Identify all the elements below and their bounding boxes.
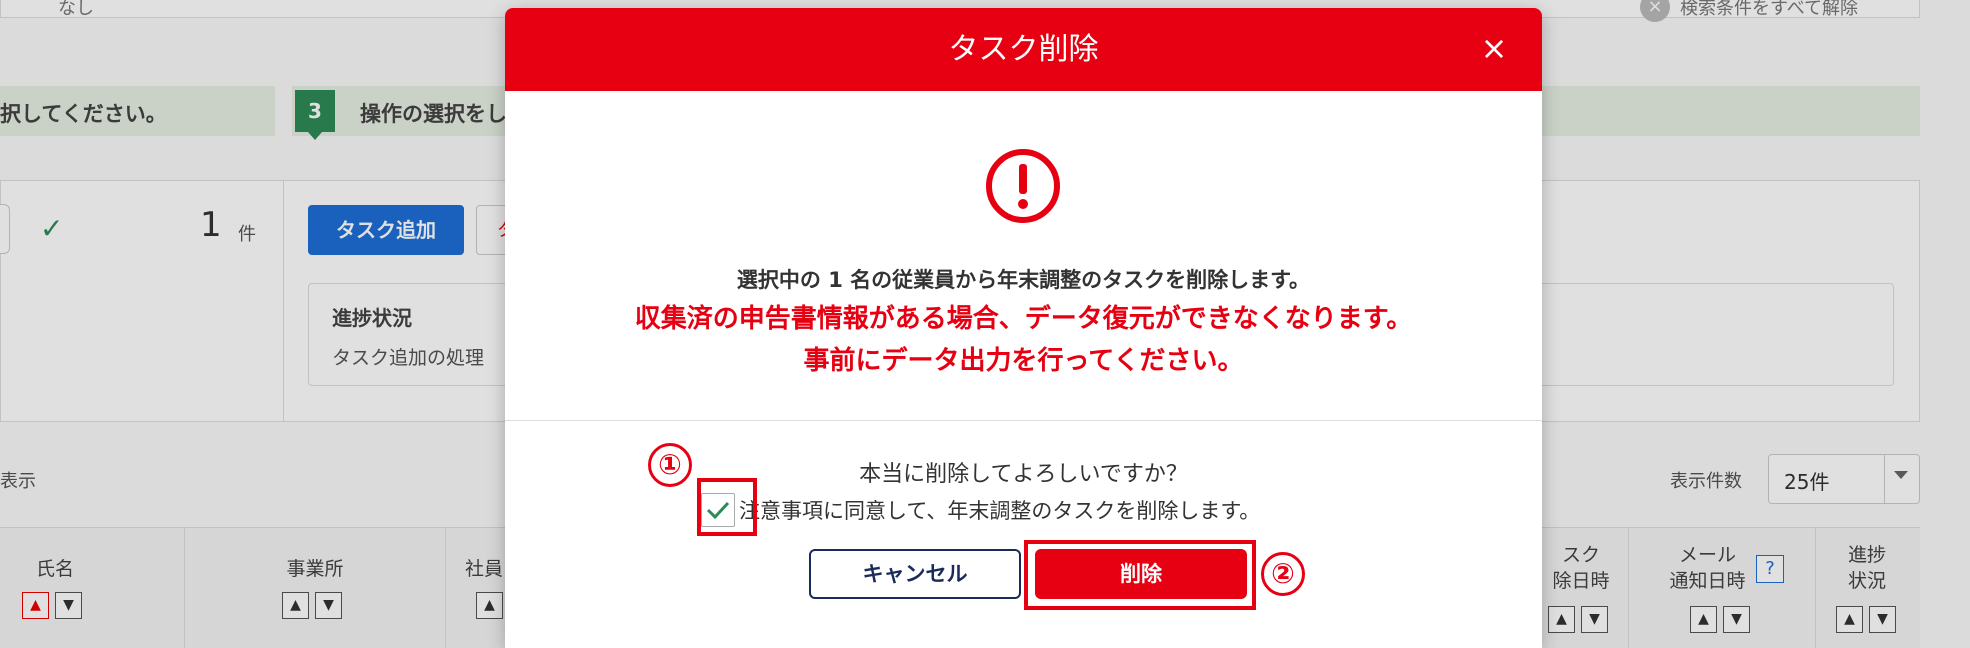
annotation-box-delete — [1024, 540, 1256, 610]
cancel-button[interactable]: キャンセル — [809, 549, 1021, 599]
close-icon[interactable]: × — [1476, 30, 1512, 66]
delete-message: 選択中の 1 名の従業員から年末調整のタスクを削除します。 — [736, 268, 1311, 292]
agree-label: 注意事項に同意して、年末調整のタスクを削除します。 — [739, 499, 1261, 523]
warning-line-2: 事前にデータ出力を行ってください。 — [803, 346, 1244, 376]
agree-row: 注意事項に同意して、年末調整のタスクを削除します。 — [701, 493, 1260, 527]
modal-divider — [505, 420, 1542, 421]
warning-line-1: 収集済の申告書情報がある場合、データ復元ができなくなります。 — [634, 304, 1413, 334]
modal-title: タスク削除 — [948, 32, 1099, 67]
annotation-number-1: ① — [648, 443, 692, 487]
annotation-number-2: ② — [1261, 552, 1305, 596]
warning-icon — [986, 149, 1060, 223]
annotation-box-checkbox — [697, 478, 757, 536]
